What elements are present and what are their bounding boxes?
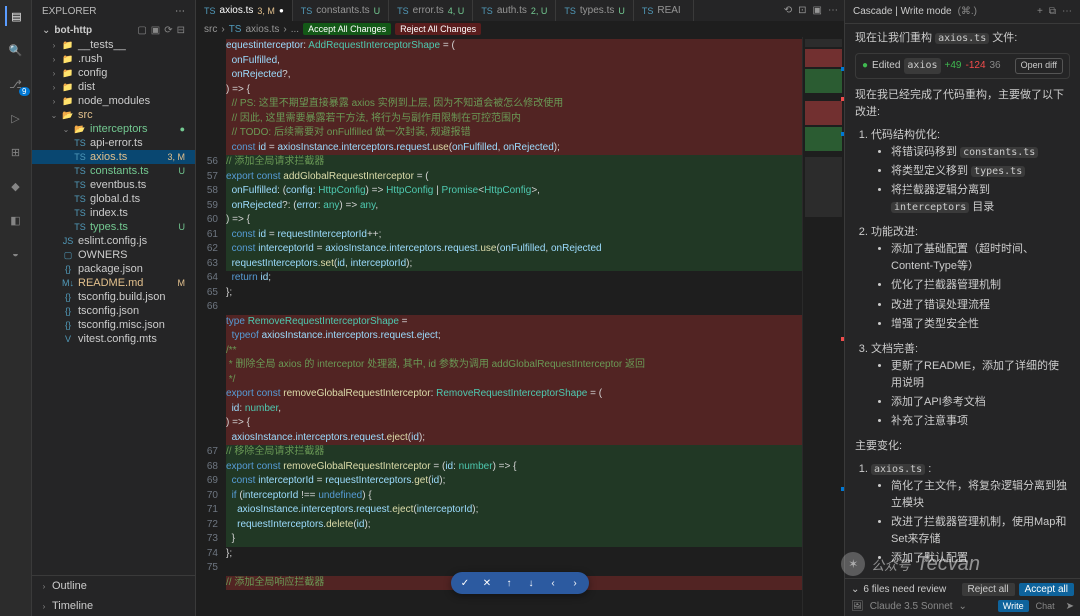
source-control-icon[interactable]: ⎇	[6, 74, 26, 94]
line-gutter: 5657585960616263646566676869707172737475	[196, 37, 224, 616]
tree-node[interactable]: TSaxios.ts3, M	[32, 150, 195, 164]
tree-node[interactable]: Vvitest.config.mts	[32, 332, 195, 346]
edit-summary[interactable]: ● Edited axios +49 -124 36 Open diff	[855, 53, 1070, 79]
mode-write[interactable]: Write	[998, 600, 1029, 612]
tree-node[interactable]: ›📁node_modules	[32, 94, 195, 108]
model-name[interactable]: Claude 3.5 Sonnet	[870, 601, 953, 612]
accept-all-button[interactable]: Accept All Changes	[303, 23, 391, 35]
tree-node[interactable]: ⌄📂src	[32, 108, 195, 122]
extensions-icon[interactable]: ⊞	[6, 142, 26, 162]
tree-node[interactable]: {}tsconfig.json	[32, 304, 195, 318]
tree-node[interactable]: TSapi-error.ts	[32, 136, 195, 150]
new-folder-icon[interactable]: ▣	[151, 25, 160, 36]
docker-icon[interactable]: ◒	[6, 244, 26, 264]
tab-op-icon[interactable]: ⋯	[828, 5, 838, 16]
tree-node[interactable]: {}package.json	[32, 262, 195, 276]
tree-node[interactable]: ⌄📂interceptors●	[32, 122, 195, 136]
tree-node[interactable]: M↓README.mdM	[32, 276, 195, 290]
tree-node[interactable]: ›📁.rush	[32, 52, 195, 66]
project-name: bot-http	[54, 25, 92, 36]
editor-tab[interactable]: TStypes.tsU	[556, 0, 633, 21]
fab-next-icon[interactable]: ›	[567, 575, 583, 591]
tree-node[interactable]: ▢OWNERS	[32, 248, 195, 262]
search-icon[interactable]: 🔍	[6, 40, 26, 60]
activity-bar: ▤ 🔍 ⎇ ▷ ⊞ ◆ ◧ ◒	[0, 0, 32, 616]
breadcrumb[interactable]: src› TSaxios.ts› ... Accept All Changes …	[196, 21, 844, 37]
open-diff-button[interactable]: Open diff	[1015, 58, 1063, 74]
mode-chat[interactable]: Chat	[1031, 600, 1060, 612]
tree-node[interactable]: TSconstants.tsU	[32, 164, 195, 178]
collapse-icon[interactable]: ⊟	[177, 25, 185, 36]
chevron-icon[interactable]: ⌄	[851, 584, 859, 595]
accept-all-button[interactable]: Accept all	[1019, 583, 1074, 596]
remote-icon[interactable]: ◧	[6, 210, 26, 230]
tab-op-icon[interactable]: ⊡	[798, 5, 806, 16]
tree-node[interactable]: ›📁dist	[32, 80, 195, 94]
tab-op-icon[interactable]: ⟲	[784, 5, 792, 16]
fab-prev-icon[interactable]: ‹	[545, 575, 561, 591]
editor-tab[interactable]: TSerror.ts4, U	[389, 0, 473, 21]
cascade-body: 现在让我们重构 axios.ts 文件: ● Edited axios +49 …	[845, 24, 1080, 578]
history-icon[interactable]: ⧉	[1049, 6, 1056, 17]
files-icon[interactable]: ▤	[5, 6, 25, 26]
chevron-down-icon[interactable]: ⌄	[42, 25, 50, 36]
more-icon[interactable]: ⋯	[1062, 6, 1072, 17]
tab-op-icon[interactable]: ▣	[813, 5, 822, 16]
tree-node[interactable]: {}tsconfig.misc.json	[32, 318, 195, 332]
outline-section[interactable]: ›Outline	[32, 576, 195, 596]
explorer-panel: Explorer ⋯ ⌄ bot-http ▢ ▣ ⟳ ⊟ ›📁__tests_…	[32, 0, 196, 616]
editor-tab[interactable]: TSauth.ts2, U	[473, 0, 556, 21]
tree-node[interactable]: JSeslint.config.js	[32, 234, 195, 248]
image-icon[interactable]: 🖼	[851, 601, 864, 612]
cascade-panel: Cascade | Write mode (⌘.) + ⧉ ⋯ 现在让我们重构 …	[844, 0, 1080, 616]
minimap[interactable]	[802, 37, 844, 616]
explorer-more-icon[interactable]: ⋯	[175, 6, 185, 17]
file-tree: ›📁__tests__›📁.rush›📁config›📁dist›📁node_m…	[32, 38, 195, 575]
editor-tab[interactable]: TSaxios.ts3, M●	[196, 0, 293, 21]
new-file-icon[interactable]: ▢	[137, 25, 146, 36]
python-icon[interactable]: ◆	[6, 176, 26, 196]
reject-all-button[interactable]: Reject All Changes	[395, 23, 481, 35]
fab-check-icon[interactable]: ✓	[457, 575, 473, 591]
editor-main: TSaxios.ts3, M●TSconstants.tsUTSerror.ts…	[196, 0, 844, 616]
fab-down-icon[interactable]: ↓	[523, 575, 539, 591]
tree-node[interactable]: {}tsconfig.build.json	[32, 290, 195, 304]
tree-node[interactable]: TSglobal.d.ts	[32, 192, 195, 206]
code-editor[interactable]: equestinterceptor: AddRequestInterceptor…	[224, 37, 802, 616]
tree-node[interactable]: TSindex.ts	[32, 206, 195, 220]
editor-tab[interactable]: TSREAI	[634, 0, 694, 21]
tree-node[interactable]: ›📁config	[32, 66, 195, 80]
tree-node[interactable]: TSeventbus.ts	[32, 178, 195, 192]
editor-tab[interactable]: TSconstants.tsU	[293, 0, 389, 21]
cascade-shortcut: (⌘.)	[958, 6, 977, 17]
tree-node[interactable]: ›📁__tests__	[32, 38, 195, 52]
cascade-title: Cascade | Write mode	[853, 6, 952, 17]
plus-icon[interactable]: +	[1037, 6, 1043, 17]
fab-up-icon[interactable]: ↑	[501, 575, 517, 591]
floating-toolbar: ✓ ✕ ↑ ↓ ‹ ›	[451, 572, 589, 594]
send-icon[interactable]: ➤	[1066, 601, 1074, 612]
explorer-title: Explorer	[42, 6, 96, 17]
cascade-footer: ⌄ 6 files need review Reject all Accept …	[845, 578, 1080, 616]
run-debug-icon[interactable]: ▷	[6, 108, 26, 128]
fab-x-icon[interactable]: ✕	[479, 575, 495, 591]
timeline-section[interactable]: ›Timeline	[32, 596, 195, 616]
reject-all-button[interactable]: Reject all	[962, 583, 1015, 596]
refresh-icon[interactable]: ⟳	[164, 25, 172, 36]
tab-bar: TSaxios.ts3, M●TSconstants.tsUTSerror.ts…	[196, 0, 844, 21]
tree-node[interactable]: TStypes.tsU	[32, 220, 195, 234]
